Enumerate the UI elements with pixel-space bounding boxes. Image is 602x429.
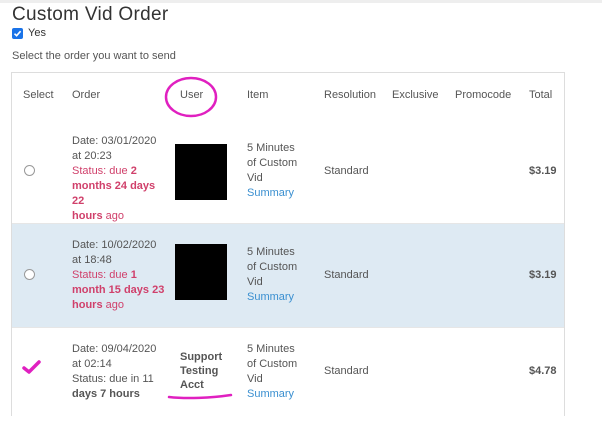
- item-cell: 5 Minutes of Custom Vid Summary: [247, 141, 307, 201]
- user-cell: Support Testing Acct: [180, 350, 226, 392]
- order-status: Status: due in 11: [72, 373, 154, 385]
- yes-checkbox-row[interactable]: Yes: [12, 27, 46, 39]
- order-status-detail: month 15 days 23: [72, 284, 165, 296]
- status-amount: 1: [130, 269, 137, 281]
- order-status: Status: due 2: [72, 164, 168, 179]
- row-select-radio[interactable]: [24, 269, 35, 280]
- col-total: Total: [529, 89, 553, 101]
- col-item: Item: [247, 89, 269, 101]
- col-exclusive: Exclusive: [392, 89, 439, 101]
- user-name-line: Acct: [180, 379, 204, 391]
- summary-link[interactable]: Summary: [247, 387, 307, 402]
- status-prefix: Status: due: [72, 269, 131, 281]
- order-status-detail: months 24 days 22: [72, 180, 156, 207]
- order-time: at 18:48: [72, 254, 112, 266]
- row-selected-check[interactable]: [22, 359, 42, 380]
- user-avatar-redacted: [175, 144, 227, 200]
- order-cell: Date: 09/04/2020 at 02:14 Status: due in…: [72, 342, 168, 402]
- page-title: Custom Vid Order: [12, 4, 169, 25]
- user-name-line: Testing: [180, 365, 219, 377]
- table-header: Select Order User Item Resolution Exclus…: [12, 73, 564, 120]
- table-row[interactable]: Date: 03/01/2020 at 20:23 Status: due 2 …: [12, 119, 564, 224]
- user-name-line: Support: [180, 351, 223, 363]
- status-suffix: ago: [102, 210, 124, 222]
- order-status-end: hours ago: [72, 298, 168, 313]
- col-resolution: Resolution: [324, 89, 376, 101]
- resolution-cell: Standard: [324, 269, 369, 281]
- row-select-radio[interactable]: [24, 165, 35, 176]
- summary-link[interactable]: Summary: [247, 290, 307, 305]
- table-row[interactable]: Date: 09/04/2020 at 02:14 Status: due in…: [12, 328, 564, 416]
- item-line: Vid: [247, 276, 263, 288]
- status-unit: hours: [72, 210, 103, 222]
- order-cell: Date: 10/02/2020 at 18:48 Status: due 1 …: [72, 238, 168, 313]
- user-avatar-redacted: [175, 244, 227, 300]
- col-select: Select: [23, 89, 54, 101]
- item-line: of Custom: [247, 358, 298, 370]
- resolution-cell: Standard: [324, 165, 369, 177]
- item-line: of Custom: [247, 261, 298, 273]
- item-line: 5 Minutes: [247, 343, 295, 355]
- col-user: User: [180, 89, 204, 101]
- status-suffix: ago: [102, 299, 124, 311]
- order-status: Status: due 1: [72, 268, 168, 283]
- order-date: Date: 09/04/2020: [72, 343, 157, 355]
- resolution-cell: Standard: [324, 365, 369, 377]
- total-cell: $4.78: [529, 365, 557, 377]
- checkmark-icon: [13, 30, 22, 37]
- status-unit: hours: [72, 299, 103, 311]
- col-promocode: Promocode: [455, 89, 512, 101]
- orders-table: Select Order User Item Resolution Exclus…: [11, 72, 565, 416]
- order-status-detail: days 7 hours: [72, 388, 140, 400]
- yes-checkbox-label: Yes: [28, 27, 46, 39]
- total-cell: $3.19: [529, 165, 557, 177]
- table-row[interactable]: Date: 10/02/2020 at 18:48 Status: due 1 …: [12, 224, 564, 328]
- item-line: Vid: [247, 373, 263, 385]
- pink-checkmark-icon: [22, 360, 41, 374]
- order-date: Date: 10/02/2020: [72, 239, 157, 251]
- total-cell: $3.19: [529, 269, 557, 281]
- order-status-end: hours ago: [72, 209, 168, 224]
- item-cell: 5 Minutes of Custom Vid Summary: [247, 342, 307, 402]
- order-cell: Date: 03/01/2020 at 20:23 Status: due 2 …: [72, 134, 168, 224]
- status-amount: 2: [130, 165, 137, 177]
- item-line: 5 Minutes: [247, 142, 295, 154]
- col-order: Order: [72, 89, 101, 101]
- order-time: at 20:23: [72, 150, 112, 162]
- item-line: of Custom: [247, 157, 298, 169]
- item-line: Vid: [247, 172, 263, 184]
- status-prefix: Status: due: [72, 165, 131, 177]
- item-line: 5 Minutes: [247, 246, 295, 258]
- yes-checkbox[interactable]: [12, 27, 23, 39]
- item-cell: 5 Minutes of Custom Vid Summary: [247, 245, 307, 305]
- instruction-text: Select the order you want to send: [12, 50, 176, 62]
- order-time: at 02:14: [72, 358, 112, 370]
- top-divider: [0, 0, 602, 3]
- order-date: Date: 03/01/2020: [72, 135, 157, 147]
- summary-link[interactable]: Summary: [247, 186, 307, 201]
